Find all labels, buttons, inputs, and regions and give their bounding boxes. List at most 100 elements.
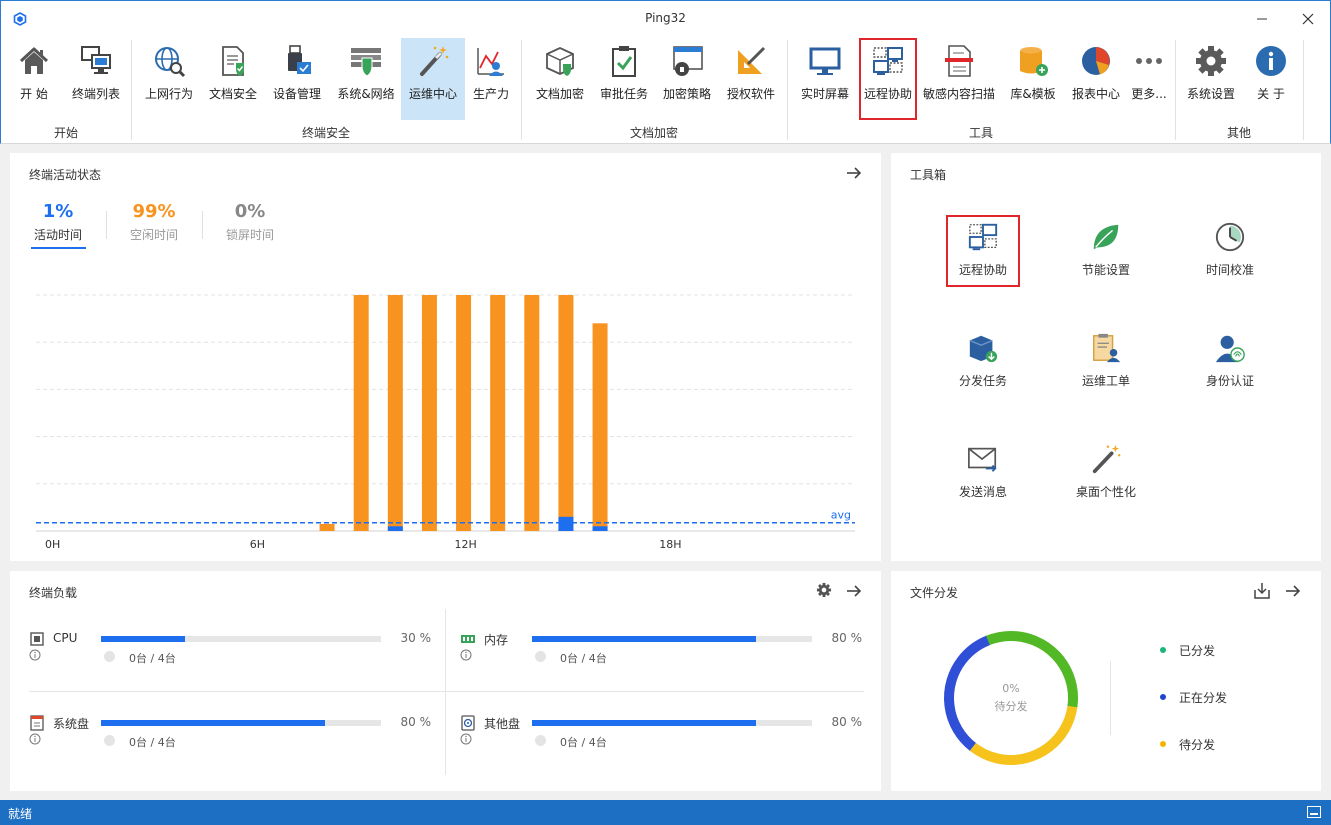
keyboard-icon — [1307, 806, 1321, 818]
status-dot — [104, 651, 115, 662]
system-network-icon — [351, 48, 381, 77]
ribbon-button-system-settings[interactable]: 系统设置 — [1183, 38, 1239, 120]
sensitive-scan-icon — [945, 45, 973, 77]
ribbon-button-home[interactable]: 开 始 — [9, 38, 59, 120]
ribbon-button-web-behavior[interactable]: 上网行为 — [141, 38, 197, 120]
ribbon-button-sensitive-scan[interactable]: 敏感内容扫描 — [921, 38, 997, 120]
memory-icon — [461, 635, 475, 643]
tool-label: 节能设置 — [1081, 263, 1130, 277]
document-security-icon — [222, 46, 244, 76]
ribbon-button-ops-center[interactable]: 运维中心 — [401, 38, 465, 120]
stat-separator — [202, 211, 203, 239]
bar-idle — [592, 323, 608, 531]
about-info-icon — [1256, 46, 1286, 76]
ribbon-button-terminal-list[interactable]: 终端列表 — [67, 38, 125, 120]
stat-lock-time[interactable]: 0% 锁屏时间 — [220, 201, 280, 243]
ribbon-button-about[interactable]: 关 于 — [1247, 38, 1295, 120]
ribbon-button-label: 生产力 — [472, 87, 509, 101]
bar-idle — [319, 523, 335, 531]
settings-gear-icon[interactable] — [816, 582, 832, 598]
arrow-right-icon[interactable] — [846, 583, 862, 599]
status-dot — [535, 651, 546, 662]
bar-idle — [353, 295, 369, 531]
info-icon[interactable] — [29, 649, 41, 661]
home-icon — [19, 47, 49, 74]
status-dot — [104, 735, 115, 746]
ribbon-button-label: 审批任务 — [599, 87, 648, 101]
bar-idle — [456, 295, 472, 531]
tool-distribute-task[interactable]: 分发任务 — [948, 328, 1018, 396]
ops-ticket-icon — [1093, 333, 1121, 363]
tool-label: 发送消息 — [958, 485, 1007, 499]
avg-label: avg — [831, 509, 851, 522]
ribbon-toolbar: 开 始 终端列表 上网行为 文档安全 设备管理 系统&网络 运维中心 生产力 文… — [0, 36, 1331, 144]
tool-label: 运维工单 — [1081, 374, 1130, 388]
ribbon-button-document-encryption[interactable]: 文档加密 — [531, 38, 589, 120]
info-icon[interactable] — [460, 733, 472, 745]
ribbon-button-label: 上网行为 — [144, 87, 193, 101]
ribbon-button-productivity[interactable]: 生产力 — [467, 38, 515, 120]
toolbox-panel: 工具箱 远程协助 节能设置 时间校准 分发任务 运维工单 身份认证 发送消息 桌… — [891, 153, 1321, 561]
productivity-icon — [477, 48, 504, 76]
stat-idle-time[interactable]: 99% 空闲时间 — [124, 201, 184, 243]
tool-time-calibration[interactable]: 时间校准 — [1195, 217, 1265, 285]
ribbon-button-device-management[interactable]: 设备管理 — [269, 38, 325, 120]
download-icon[interactable] — [1253, 582, 1271, 600]
tool-ops-ticket[interactable]: 运维工单 — [1071, 328, 1141, 396]
info-icon[interactable] — [29, 733, 41, 745]
group-separator — [1303, 40, 1304, 140]
minimize-icon — [1257, 18, 1267, 20]
ribbon-button-remote-assist[interactable]: 远程协助 — [859, 38, 917, 120]
ribbon-button-label: 设备管理 — [272, 87, 321, 101]
tool-send-message[interactable]: 发送消息 — [948, 439, 1018, 507]
stat-caption: 空闲时间 — [129, 228, 178, 242]
tool-desktop-personalize[interactable]: 桌面个性化 — [1071, 439, 1141, 507]
tool-power-saving[interactable]: 节能设置 — [1071, 217, 1141, 285]
stat-value: 1% — [42, 201, 74, 222]
tool-label: 远程协助 — [958, 263, 1007, 277]
arrow-right-icon[interactable] — [846, 165, 862, 181]
device-management-icon — [288, 45, 311, 74]
bar-active — [387, 526, 403, 531]
tool-label: 桌面个性化 — [1075, 485, 1136, 499]
load-bar-fill — [532, 720, 756, 726]
load-percent: 80 % — [831, 631, 863, 645]
info-icon[interactable] — [460, 649, 472, 661]
ribbon-button-label: 报表中心 — [1071, 87, 1120, 101]
ribbon-button-report-center[interactable]: 报表中心 — [1067, 38, 1125, 120]
load-name: 其他盘 — [484, 717, 521, 731]
ribbon-button-more[interactable]: 更多... — [1129, 38, 1169, 120]
stat-active-time[interactable]: 1% 活动时间 — [30, 201, 86, 243]
load-name: CPU — [53, 631, 78, 645]
ribbon-button-approval-task[interactable]: 审批任务 — [595, 38, 653, 120]
stat-separator — [106, 211, 107, 239]
other-disk-icon — [461, 715, 475, 731]
tool-remote-assist[interactable]: 远程协助 — [946, 215, 1020, 287]
close-button[interactable] — [1285, 1, 1331, 37]
ribbon-button-system-network[interactable]: 系统&网络 — [333, 38, 399, 120]
legend-item-distributing: 正在分发 — [1160, 689, 1227, 706]
divider-horizontal — [29, 691, 864, 692]
ribbon-button-library-template[interactable]: 库&模板 — [1005, 38, 1061, 120]
licensed-software-icon — [738, 46, 766, 74]
panel-title: 终端负载 — [29, 586, 78, 600]
x-tick-label: 6H — [250, 538, 265, 551]
ribbon-button-label: 运维中心 — [408, 87, 457, 101]
load-bar-fill — [101, 636, 185, 642]
ribbon-button-licensed-software[interactable]: 授权软件 — [723, 38, 779, 120]
group-label-start: 开始 — [53, 126, 78, 140]
ribbon-button-encryption-policy[interactable]: 加密策略 — [659, 38, 715, 120]
panel-title: 文件分发 — [910, 586, 959, 600]
magic-wand-icon — [1092, 444, 1121, 474]
legend-item-pending: 待分发 — [1160, 736, 1215, 753]
tool-identity-auth[interactable]: 身份认证 — [1195, 328, 1265, 396]
ribbon-button-document-security[interactable]: 文档安全 — [205, 38, 261, 120]
identity-fingerprint-icon — [1215, 335, 1245, 363]
group-label-tools: 工具 — [968, 126, 993, 140]
load-name: 系统盘 — [53, 717, 90, 731]
settings-gear-icon — [1196, 46, 1226, 76]
minimize-button[interactable] — [1239, 1, 1285, 37]
status-dot — [535, 735, 546, 746]
ribbon-button-live-screen[interactable]: 实时屏幕 — [797, 38, 853, 120]
arrow-right-icon[interactable] — [1285, 583, 1301, 599]
